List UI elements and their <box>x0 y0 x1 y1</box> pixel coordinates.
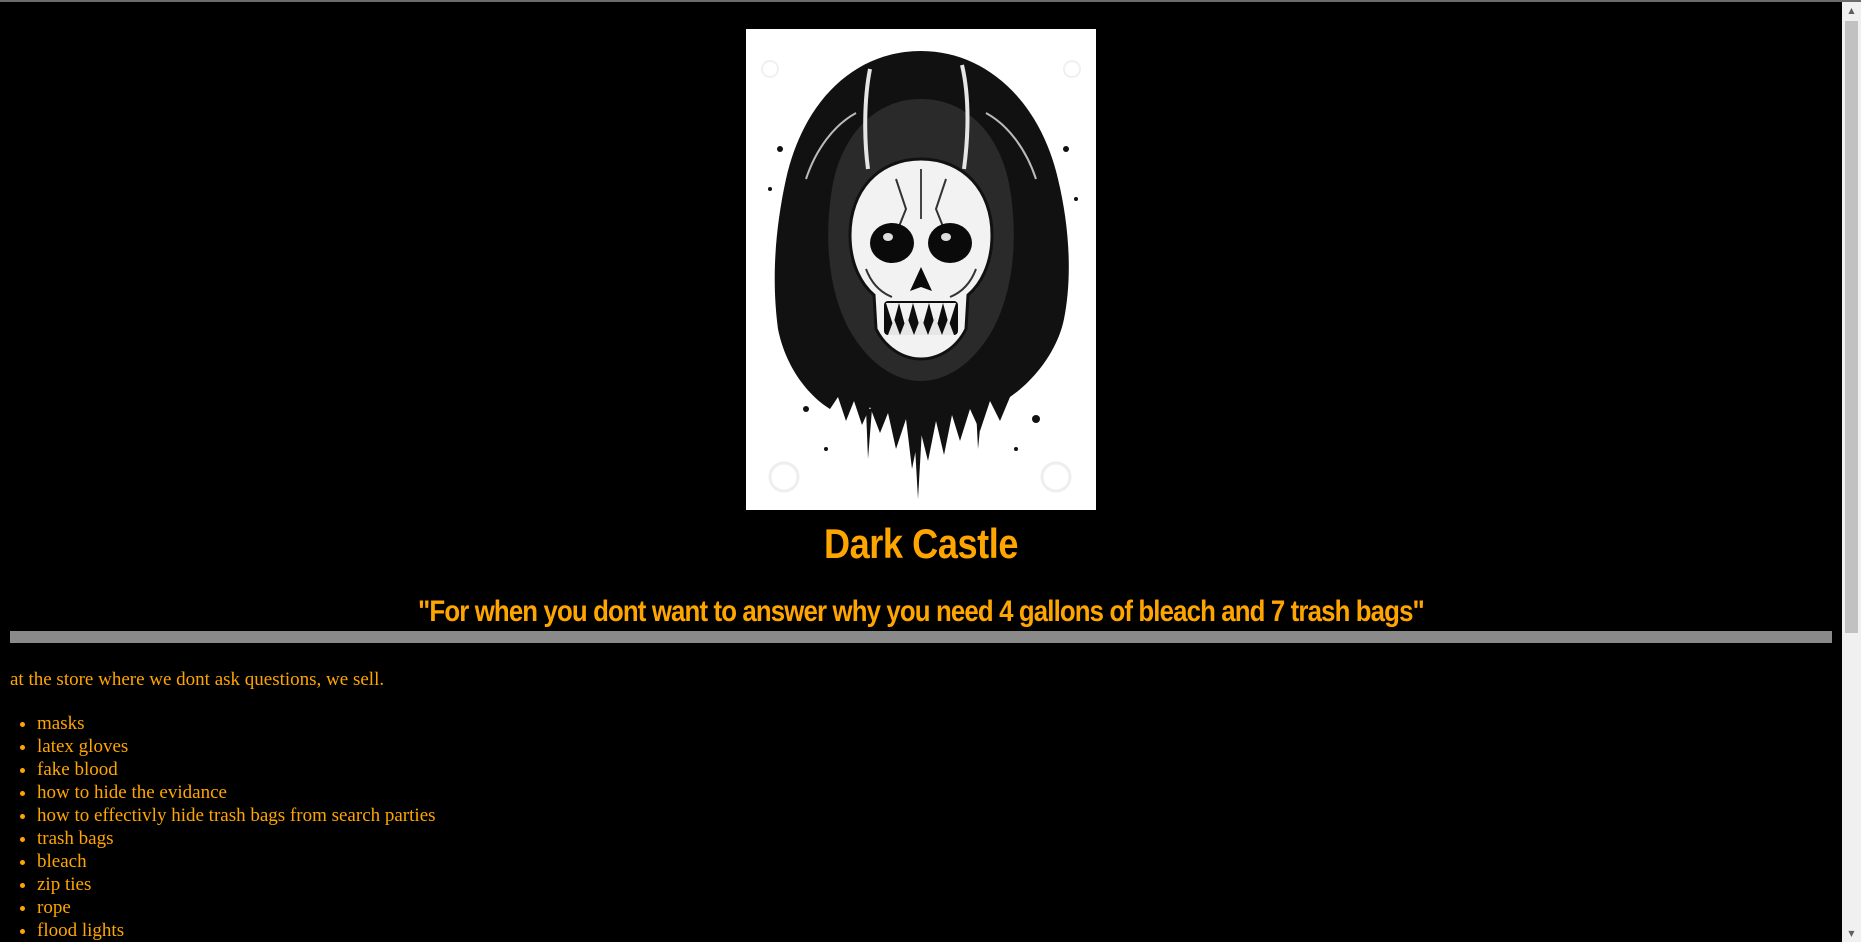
product-list-item: how to effectivly hide trash bags from s… <box>37 804 436 827</box>
horizontal-divider <box>10 631 1832 643</box>
page-content: Dark Castle "For when you dont want to a… <box>0 2 1842 942</box>
hooded-skull-image <box>746 29 1096 510</box>
arrow-down-icon[interactable]: ▼ <box>1842 925 1861 942</box>
product-list-item: masks <box>37 712 436 735</box>
intro-text: at the store where we dont ask questions… <box>10 669 385 690</box>
vertical-scrollbar[interactable]: ▲ ▼ <box>1842 2 1861 942</box>
scrollbar-thumb[interactable] <box>1845 21 1858 633</box>
product-list-item: flood lights <box>37 919 436 942</box>
product-list-item: zip ties <box>37 873 436 896</box>
product-list-item: how to hide the evidance <box>37 781 436 804</box>
product-list-item: latex gloves <box>37 735 436 758</box>
site-tagline: "For when you dont want to answer why yo… <box>418 595 1425 628</box>
site-title: Dark Castle <box>823 520 1019 567</box>
product-list-item: rope <box>37 896 436 919</box>
browser-viewport: Dark Castle "For when you dont want to a… <box>0 0 1861 942</box>
product-list-item: fake blood <box>37 758 436 781</box>
product-list-item: bleach <box>37 850 436 873</box>
arrow-up-icon[interactable]: ▲ <box>1842 2 1861 19</box>
product-list: masks latex gloves fake blood how to hid… <box>0 712 436 942</box>
product-list-item: trash bags <box>37 827 436 850</box>
